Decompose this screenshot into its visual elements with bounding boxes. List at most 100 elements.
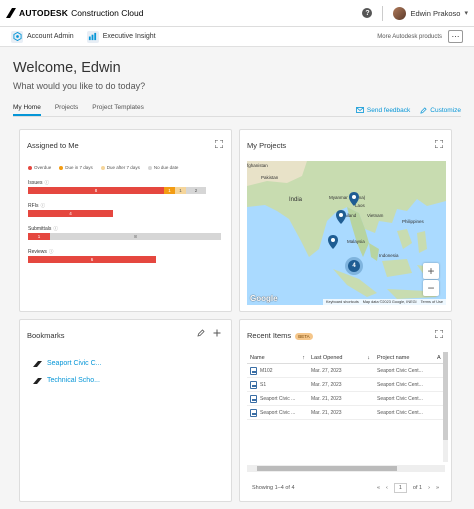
table-row[interactable]: M102 Mar. 27, 2023 Seaport Civic Cent... [247, 364, 445, 378]
horizontal-scrollbar[interactable] [247, 465, 445, 472]
keyboard-shortcuts-link[interactable]: Keyboard shortcuts [326, 300, 359, 304]
bar-segment[interactable]: 1 [164, 187, 175, 194]
legend: Overdue Due in 7 days Due after 7 days N… [28, 165, 178, 170]
autodesk-build-icon [33, 360, 42, 367]
bar-segment[interactable]: 8 [50, 233, 221, 240]
app-account-admin[interactable]: Account Admin [11, 30, 74, 43]
zoom-in-button[interactable]: + [423, 263, 439, 279]
hexagon-icon [11, 30, 23, 43]
reviews-bar[interactable]: 6 [28, 256, 156, 263]
map-label: Myanmar (Burma) [329, 195, 366, 200]
column-header-project[interactable]: Project name [375, 355, 437, 361]
google-logo: Google [250, 294, 278, 303]
map-land [247, 161, 446, 299]
sort-up-icon[interactable]: ↑ [302, 355, 305, 361]
tab-project-templates[interactable]: Project Templates [92, 104, 144, 116]
recent-items-table: Name ↑ Last Opened ↓ Project name A M102 M… [247, 352, 445, 420]
document-icon [250, 366, 257, 375]
next-page-icon[interactable]: › [428, 485, 430, 491]
bar-segment[interactable]: 4 [28, 210, 113, 217]
edit-icon[interactable] [197, 329, 205, 337]
tab-projects[interactable]: Projects [55, 104, 78, 116]
bar-segment[interactable]: 1 [28, 233, 50, 240]
map-pin-icon[interactable] [349, 192, 359, 206]
map-pin-icon[interactable] [328, 235, 338, 249]
avatar [393, 6, 407, 20]
app-executive-insight[interactable]: Executive Insight [86, 30, 156, 43]
terms-link[interactable]: Terms of Use [421, 300, 443, 304]
map-label: Vietnam [367, 213, 384, 218]
assigned-to-me-card: Assigned to Me Overdue Due in 7 days Due… [19, 129, 232, 312]
product-name[interactable]: Construction Cloud [71, 8, 143, 18]
sort-down-icon[interactable]: ↓ [367, 355, 370, 361]
column-header-last-opened[interactable]: Last Opened ↓ [311, 355, 375, 361]
map-footer: Keyboard shortcuts Map data ©2023 Google… [323, 299, 446, 305]
tab-bar: My Home Projects Project Templates Send … [13, 104, 461, 117]
metric-label-submittals: Submittals ⓘ [28, 226, 58, 232]
metric-label-issues: Issues ⓘ [28, 180, 49, 186]
card-title: Bookmarks [27, 331, 65, 340]
last-page-icon[interactable]: » [436, 485, 439, 491]
expand-icon[interactable] [435, 330, 443, 338]
bookmark-item[interactable]: Seaport Civic C... [33, 360, 101, 367]
metric-label-reviews: Reviews ⓘ [28, 249, 54, 255]
brand-name[interactable]: AUTODESK [19, 8, 68, 18]
expand-icon[interactable] [215, 140, 223, 148]
map-cluster[interactable]: 4 [345, 257, 363, 275]
my-projects-card: My Projects fghanistan Pakistan India My… [239, 129, 452, 312]
mail-icon [356, 107, 364, 113]
card-title: Recent Items BETA [247, 331, 313, 340]
send-feedback-button[interactable]: Send feedback [356, 104, 410, 116]
map-pin-icon[interactable] [336, 210, 346, 224]
legend-item: Due after 7 days [100, 165, 140, 170]
legend-item: Overdue [28, 165, 51, 170]
legend-item: Due in 7 days [59, 165, 93, 170]
map-label: Philippines [402, 219, 424, 224]
customize-button[interactable]: Customize [420, 104, 461, 116]
metric-label-rfis: RFIs ⓘ [28, 203, 46, 209]
add-icon[interactable] [213, 329, 221, 337]
expand-icon[interactable] [435, 140, 443, 148]
top-bar: AUTODESK Construction Cloud ? Edwin Prak… [0, 0, 474, 27]
autodesk-logo-icon [6, 8, 16, 18]
help-icon[interactable]: ? [362, 8, 373, 18]
page-input[interactable]: 1 [393, 483, 407, 493]
bar-segment[interactable]: 6 [28, 256, 156, 263]
send-feedback-label: Send feedback [366, 106, 411, 114]
card-title: Assigned to Me [27, 141, 79, 150]
tab-my-home[interactable]: My Home [13, 104, 41, 116]
customize-label: Customize [430, 106, 461, 114]
bar-segment[interactable]: 8 [28, 187, 164, 194]
map-label: India [289, 197, 303, 203]
user-menu[interactable]: Edwin Prakoso ▾ [393, 6, 468, 20]
first-page-icon[interactable]: « [377, 485, 380, 491]
zoom-out-button[interactable]: − [423, 280, 439, 296]
more-menu-button[interactable]: ⋯ [448, 30, 463, 43]
issues-bar[interactable]: 8 1 1 2 [28, 187, 206, 194]
bookmark-item[interactable]: Technical Scho... [33, 377, 100, 384]
submittals-bar[interactable]: 1 8 [28, 233, 221, 240]
showing-count: Showing 1–4 of 4 [252, 485, 295, 491]
table-row[interactable]: Seaport Civic ... Mar. 21, 2023 Seaport … [247, 406, 445, 420]
page-total: of 1 [412, 485, 423, 491]
bookmark-label: Technical Scho... [47, 377, 100, 384]
app-label: Account Admin [27, 33, 74, 40]
vertical-scrollbar[interactable] [443, 352, 448, 462]
document-icon [250, 380, 257, 389]
more-products-link[interactable]: More Autodesk products [377, 34, 442, 40]
table-row[interactable]: S1 Mar. 27, 2023 Seaport Civic Cent... [247, 378, 445, 392]
map-label: Indonesia [379, 253, 399, 258]
projects-map[interactable]: fghanistan Pakistan India Myanmar (Burma… [247, 161, 446, 305]
bar-segment[interactable]: 2 [186, 187, 206, 194]
column-header-name[interactable]: Name ↑ [247, 355, 311, 361]
table-row[interactable]: Seaport Civic ... Mar. 21, 2023 Seaport … [247, 392, 445, 406]
rfis-bar[interactable]: 4 [28, 210, 113, 217]
pencil-icon [420, 106, 427, 114]
beta-badge: BETA [295, 332, 313, 340]
app-bar: Account Admin Executive Insight More Aut… [0, 27, 474, 47]
autodesk-build-icon [33, 377, 42, 384]
legend-item: No due date [147, 165, 178, 170]
map-label: Pakistan [261, 175, 279, 180]
bar-segment[interactable]: 1 [175, 187, 186, 194]
prev-page-icon[interactable]: ‹ [386, 485, 388, 491]
